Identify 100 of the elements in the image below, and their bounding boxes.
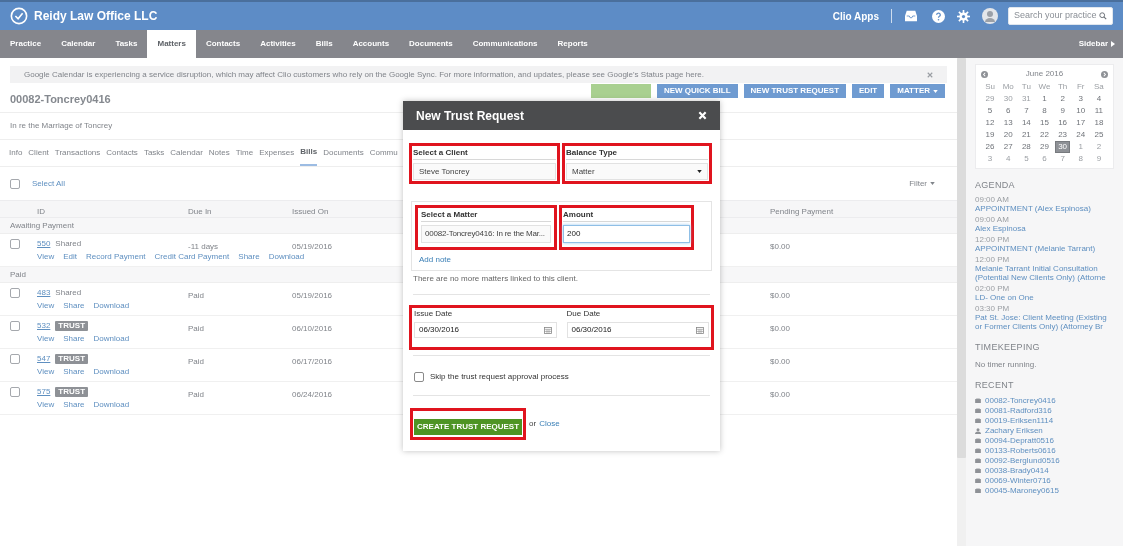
add-note-link[interactable]: Add note [419, 254, 452, 266]
create-button[interactable]: CREATE TRUST REQUEST [414, 419, 523, 435]
calendar-day[interactable]: 3 [1076, 94, 1085, 104]
calendar-icon[interactable] [543, 326, 552, 334]
scrollbar-thumb[interactable] [957, 58, 966, 458]
detail-tab[interactable]: Client [28, 140, 49, 166]
nav-tab[interactable]: Contacts [195, 30, 251, 58]
date-field[interactable]: 06/30/2016 [414, 322, 557, 338]
sidebar-toggle[interactable]: Sidebar [1078, 30, 1115, 58]
nav-tab[interactable]: Communications [462, 30, 548, 58]
row-action-link[interactable]: View [37, 300, 55, 312]
detail-tab[interactable]: Tasks [143, 140, 165, 166]
agenda-item-link[interactable]: LD- One on One [975, 292, 1114, 302]
calendar-day[interactable]: 31 [1019, 94, 1033, 104]
calendar-day[interactable]: 27 [1001, 142, 1015, 152]
calendar-day[interactable]: 23 [1056, 130, 1070, 140]
detail-tab[interactable]: Commu [369, 140, 398, 166]
calendar-day[interactable]: 26 [983, 142, 997, 152]
calendar-day[interactable]: 2 [1094, 142, 1104, 152]
row-action-link[interactable]: Share [238, 251, 260, 263]
bill-id-link[interactable]: 550 [37, 237, 51, 250]
calendar-day[interactable]: 22 [1038, 130, 1051, 140]
bill-id-link[interactable]: 547 [37, 352, 51, 365]
filter-dropdown[interactable]: Filter [909, 177, 935, 190]
calendar-day[interactable]: 8 [1040, 106, 1049, 116]
row-action-link[interactable]: Share [63, 300, 85, 312]
calendar-day[interactable]: 7 [1058, 154, 1067, 164]
nav-tab[interactable]: Tasks [105, 30, 148, 58]
calendar-icon[interactable] [696, 326, 704, 334]
checkbox[interactable] [10, 238, 20, 249]
next-icon[interactable] [1101, 70, 1108, 78]
calendar-day[interactable]: 4 [1094, 94, 1104, 104]
calendar-day[interactable]: 15 [1038, 118, 1051, 128]
detail-tab[interactable]: Expenses [259, 140, 295, 166]
calendar-day[interactable]: 17 [1074, 118, 1088, 128]
avatar-icon[interactable] [982, 8, 998, 24]
calendar-day[interactable]: 3 [985, 154, 995, 164]
calendar-day[interactable]: 1 [1076, 142, 1085, 152]
bill-id-link[interactable]: 575 [37, 385, 51, 398]
agenda-item-link[interactable]: Melanie Tarrant Initial Consultation (Potential New Clients Only) (Attorne [975, 263, 1114, 282]
calendar-day[interactable]: 5 [1022, 154, 1031, 164]
calendar-day[interactable]: 6 [1040, 154, 1049, 164]
recent-item-link[interactable]: Zachary Eriksen [985, 424, 1043, 437]
detail-tab[interactable]: Transactions [54, 140, 101, 166]
calendar-day[interactable]: 9 [1058, 106, 1067, 116]
calendar-day[interactable]: 14 [1019, 118, 1033, 128]
detail-tab[interactable]: Info [9, 140, 23, 166]
agenda-item-link[interactable]: APPOINTMENT (Alex Espinosa) [975, 203, 1114, 213]
detail-tab[interactable]: Time [235, 140, 254, 166]
recent-item-link[interactable]: 00094-Depratt0516 [985, 434, 1054, 447]
row-action-link[interactable]: Record Payment [86, 251, 146, 263]
calendar-day[interactable]: 6 [1004, 106, 1013, 116]
recent-item-link[interactable]: 00092-Berglund0516 [985, 454, 1060, 467]
recent-item-link[interactable]: 00045-Maroney0615 [985, 484, 1059, 497]
checkbox[interactable] [10, 320, 20, 331]
calendar-day[interactable]: 30 [1055, 141, 1071, 153]
calendar-day[interactable]: 25 [1092, 130, 1106, 140]
calendar-day[interactable]: 9 [1094, 154, 1104, 164]
calendar-day[interactable]: 4 [1004, 154, 1013, 164]
agenda-item-link[interactable]: Alex Espinosa [975, 223, 1114, 233]
calendar-day[interactable]: 24 [1074, 130, 1088, 140]
calendar-day[interactable]: 18 [1092, 118, 1106, 128]
calendar-day[interactable]: 19 [983, 130, 997, 140]
checkbox[interactable] [10, 287, 20, 298]
nav-tab[interactable]: Matters [147, 30, 196, 58]
amount-field[interactable]: 200 [563, 225, 690, 243]
nav-tab[interactable]: Activities [250, 30, 306, 58]
agenda-item-link[interactable]: Pat St. Jose: Client Meeting (Existing or Former Clients Only) (Attorney Br [975, 312, 1114, 331]
calendar-day[interactable]: 13 [1001, 118, 1015, 128]
select-all-link[interactable]: Select All [32, 177, 65, 190]
detail-tab[interactable]: Notes [208, 140, 230, 166]
recent-item-link[interactable]: 00069-Winter0716 [985, 474, 1051, 487]
row-action-link[interactable]: View [37, 399, 55, 411]
calendar-day[interactable]: 10 [1074, 106, 1088, 116]
calendar-day[interactable]: 29 [1038, 142, 1051, 152]
calendar-day[interactable]: 5 [985, 106, 995, 116]
previous-icon[interactable] [981, 70, 988, 78]
calendar-day[interactable]: 8 [1076, 154, 1085, 164]
settings-icon[interactable] [957, 9, 970, 23]
client-field[interactable]: Steve Toncrey [413, 163, 556, 180]
detail-tab[interactable]: Bills [300, 140, 318, 166]
row-action-link[interactable]: Share [63, 399, 85, 411]
matter-action-button[interactable]: NEW TRUST REQUEST [743, 84, 847, 98]
recent-item-link[interactable]: 00019-Eriksen1114 [985, 414, 1054, 427]
calendar-day[interactable]: 12 [983, 118, 997, 128]
calendar-day[interactable]: 16 [1056, 118, 1070, 128]
agenda-item-link[interactable]: APPOINTMENT (Melanie Tarrant) [975, 243, 1114, 253]
matter-menu-button[interactable]: MATTER [890, 84, 945, 98]
nav-tab[interactable]: Reports [547, 30, 598, 58]
calendar-day[interactable]: 29 [983, 94, 997, 104]
row-action-link[interactable]: Share [63, 366, 85, 378]
bill-id-link[interactable]: 532 [37, 319, 51, 332]
nav-tab[interactable]: Practice [0, 30, 52, 58]
checkbox[interactable] [10, 386, 20, 397]
recent-item-link[interactable]: 00081-Radford316 [985, 404, 1052, 417]
bill-id-link[interactable]: 483 [37, 286, 51, 299]
detail-tab[interactable]: Calendar [170, 140, 203, 166]
checkbox[interactable] [10, 353, 20, 364]
calendar-day[interactable]: 1 [1040, 94, 1049, 104]
row-action-link[interactable]: Edit [63, 251, 77, 263]
